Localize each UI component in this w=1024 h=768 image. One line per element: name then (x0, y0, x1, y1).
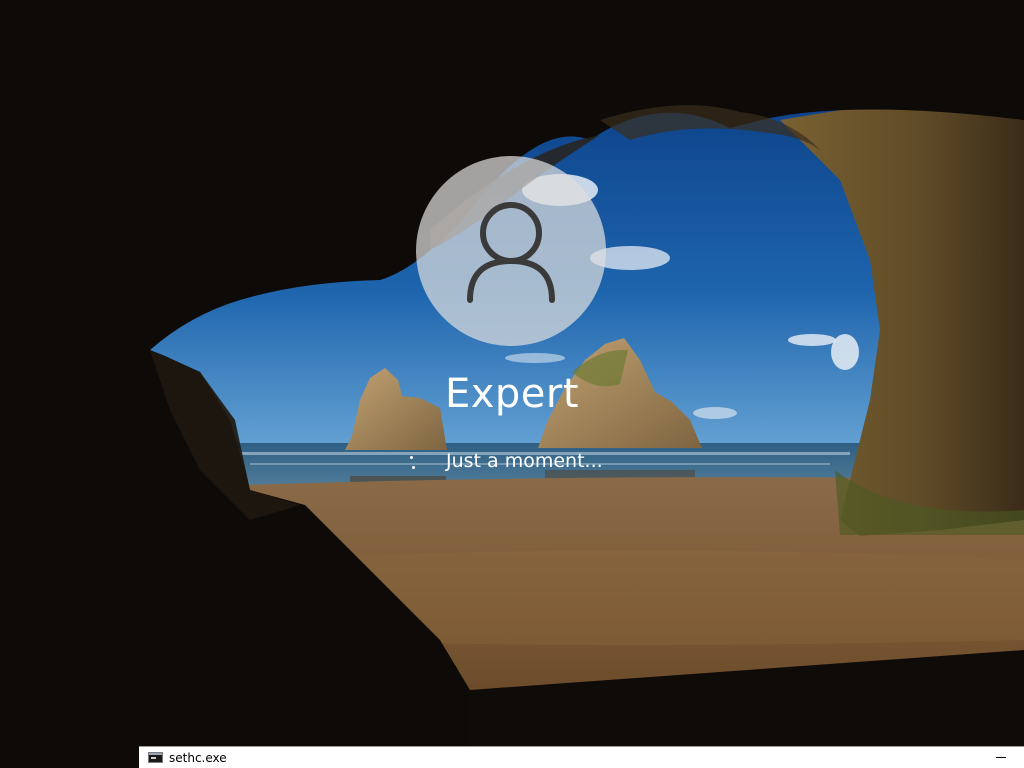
signin-status: Just a moment... (404, 446, 603, 476)
user-avatar (416, 156, 606, 346)
loading-spinner-icon (404, 446, 434, 476)
minimize-button[interactable] (978, 747, 1024, 768)
status-text: Just a moment... (446, 450, 603, 472)
console-icon (148, 752, 163, 763)
sethc-window-bar[interactable]: sethc.exe (139, 746, 1024, 768)
lock-screen: Expert Just a moment... sethc.exe (0, 0, 1024, 768)
window-title: sethc.exe (169, 750, 227, 765)
user-name: Expert (444, 371, 580, 417)
minimize-icon (996, 757, 1006, 758)
user-silhouette-icon (467, 202, 555, 303)
